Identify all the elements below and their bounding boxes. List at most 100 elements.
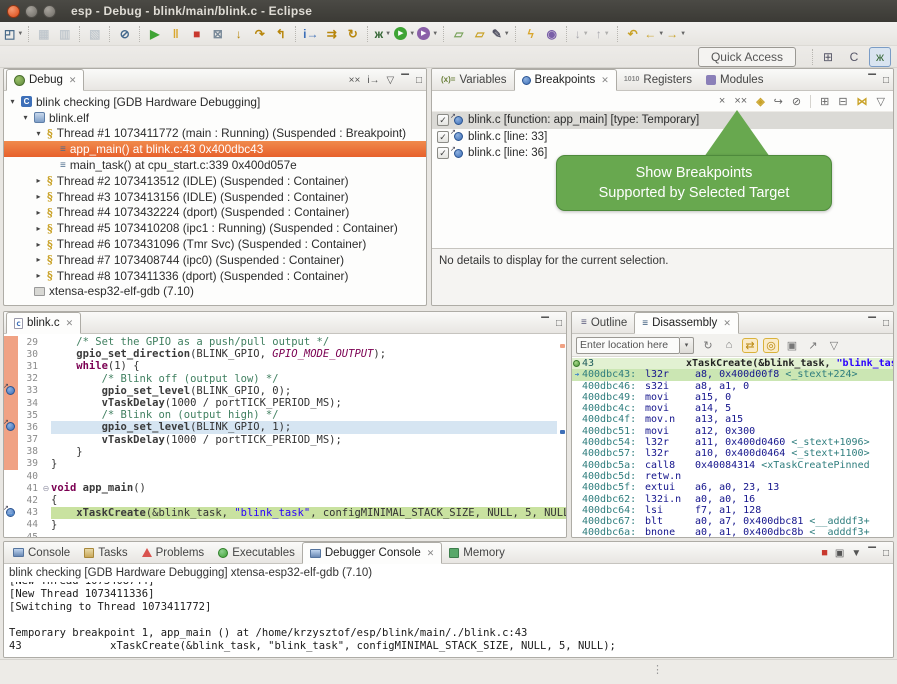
flash-button[interactable]: ϟ (521, 24, 540, 44)
minimize-icon[interactable]: ▔ (541, 318, 549, 329)
skip-all-breakpoints-button[interactable]: ⊘ (115, 24, 134, 44)
editor-line[interactable]: 34 vTaskDelay(1000 / portTICK_PERIOD_MS)… (4, 397, 566, 409)
tab-memory[interactable]: Memory (442, 542, 512, 563)
maximize-icon[interactable]: □ (883, 318, 889, 329)
breakpoint-checkbox[interactable]: ✓ (437, 147, 449, 159)
tab-tasks[interactable]: Tasks (77, 542, 134, 563)
code-text[interactable]: } (51, 519, 557, 531)
tab-debug[interactable]: Debug✕ (6, 69, 84, 91)
view-menu-icon[interactable]: ▽ (387, 75, 395, 86)
debug-tree-item[interactable]: ▾§Thread #1 1073411772 (main : Running) … (4, 126, 426, 142)
expander-icon[interactable]: ▾ (8, 97, 17, 106)
debug-tree-item[interactable]: ▸§Thread #7 1073408744 (ipc0) (Suspended… (4, 252, 426, 268)
new-wizard-button[interactable]: ◰▼ (4, 24, 23, 44)
save-as-button[interactable]: ▧ (85, 24, 104, 44)
save-button[interactable]: ▦ (34, 24, 53, 44)
link-with-debug-button[interactable]: ⋈ (857, 95, 868, 108)
open-task-button[interactable]: ▱ (449, 24, 468, 44)
expander-icon[interactable]: ▸ (34, 176, 43, 185)
debug-tree-item[interactable]: ▾Cblink checking [GDB Hardware Debugging… (4, 94, 426, 110)
code-text[interactable]: xTaskCreate(&blink_task, "blink_task", c… (51, 507, 566, 519)
editor-annotation-gutter[interactable] (4, 519, 18, 531)
tab-outline[interactable]: ≡Outline (574, 312, 634, 333)
editor-annotation-gutter[interactable] (4, 458, 18, 470)
editor-annotation-gutter[interactable]: → (4, 507, 18, 519)
debug-tree-item[interactable]: ≡app_main() at blink.c:43 0x400dbc43 (4, 141, 426, 157)
expand-all-button[interactable]: ⊞ (820, 95, 829, 108)
editor-line[interactable]: 40 (4, 470, 566, 482)
disassembly-row[interactable]: 400dbc4f:mov.na13, a15 (572, 414, 893, 425)
disconnect-button[interactable]: ⊠ (208, 24, 227, 44)
resume-button[interactable]: ▶ (145, 24, 164, 44)
code-text[interactable]: } (51, 458, 557, 470)
goto-file-button[interactable]: ↪ (774, 95, 783, 108)
sync-selection-toggle[interactable]: ⇄ (742, 338, 758, 353)
display-selected-console-button[interactable]: ▣ (835, 548, 844, 559)
debug-dropdown[interactable]: ж▼ (373, 24, 392, 44)
view-menu-icon[interactable]: ▽ (877, 95, 885, 108)
expander-icon[interactable]: ▸ (34, 192, 43, 201)
editor-line[interactable]: 35 /* Blink on (output high) */ (4, 409, 566, 421)
resume-without-signal-button[interactable]: ⇉ (322, 24, 341, 44)
disassembly-row[interactable]: 400dbc5a:call80x40084314 <xTaskCreatePin… (572, 460, 893, 471)
expander-icon[interactable]: ▸ (34, 255, 43, 264)
editor-annotation-gutter[interactable] (4, 385, 18, 397)
code-text[interactable]: void app_main() (51, 482, 557, 494)
editor-annotation-gutter[interactable] (4, 421, 18, 433)
close-tab-icon[interactable]: ✕ (601, 75, 609, 86)
expander-icon[interactable]: ▸ (34, 208, 43, 217)
minimize-icon[interactable]: ▔ (868, 548, 876, 559)
tab-console[interactable]: Console (6, 542, 77, 563)
editor-line[interactable]: 33 gpio_set_level(BLINK_GPIO, 0); (4, 385, 566, 397)
debug-tree-item[interactable]: ▸§Thread #4 1073432224 (dport) (Suspende… (4, 205, 426, 221)
editor-line[interactable]: 29 /* Set the GPIO as a push/pull output… (4, 336, 566, 348)
refresh-button[interactable]: ↻ (700, 339, 716, 352)
expander-icon[interactable]: ▸ (34, 271, 43, 280)
remove-breakpoint-button[interactable]: × (719, 95, 725, 107)
remove-all-terminated-button[interactable]: ×× (349, 75, 361, 86)
disassembly-row[interactable]: 400dbc5f:extuia6, a0, 23, 13 (572, 482, 893, 493)
collapse-all-button[interactable]: ⊟ (838, 95, 847, 108)
editor-line[interactable]: 32 /* Blink off (output low) */ (4, 373, 566, 385)
editor-annotation-gutter[interactable] (4, 397, 18, 409)
debug-tree-item[interactable]: ▸§Thread #2 1073413512 (IDLE) (Suspended… (4, 173, 426, 189)
copy-button[interactable]: ▣ (784, 339, 800, 352)
code-text[interactable]: while(1) { (51, 360, 557, 372)
console-log[interactable]: [New Thread 1073408744][New Thread 10734… (4, 582, 893, 657)
run-dropdown[interactable]: ▶▼ (394, 24, 415, 44)
editor-line[interactable]: 37 vTaskDelay(1000 / portTICK_PERIOD_MS)… (4, 434, 566, 446)
tab-disassembly[interactable]: ≡Disassembly✕ (634, 312, 739, 334)
maximize-icon[interactable]: □ (883, 548, 889, 559)
disassembly-row[interactable]: 400dbc64:lsif7, a1, 128 (572, 505, 893, 516)
breakpoint-checkbox[interactable]: ✓ (437, 114, 449, 126)
skip-all-breakpoints-toggle[interactable]: ⊘ (792, 95, 801, 108)
tab-registers[interactable]: 1010Registers (617, 69, 699, 90)
editor-annotation-gutter[interactable] (4, 336, 18, 348)
code-text[interactable] (51, 531, 557, 537)
expander-icon[interactable]: ▾ (21, 113, 30, 122)
forward-button[interactable]: →▼ (666, 24, 686, 44)
debug-perspective-button[interactable]: ж (869, 47, 891, 67)
disassembly-row[interactable]: 400dbc57:l32ra10, 0x400d0464 <_stext+110… (572, 448, 893, 459)
location-dropdown-icon[interactable]: ▾ (680, 337, 694, 354)
expander-icon[interactable]: ▸ (34, 240, 43, 249)
debug-tree-item[interactable]: ▸§Thread #8 1073411336 (dport) (Suspende… (4, 268, 426, 284)
disassembly-listing[interactable]: 43xTaskCreate(&blink_task, "blink_tas➔40… (572, 357, 893, 537)
editor-line[interactable]: 36 gpio_set_level(BLINK_GPIO, 1); (4, 421, 566, 433)
export-button[interactable]: ↗ (805, 339, 821, 352)
maximize-icon[interactable]: □ (883, 75, 889, 86)
restart-button[interactable]: ↻ (343, 24, 362, 44)
editor-line[interactable]: 41⊖void app_main() (4, 482, 566, 494)
maximize-icon[interactable]: □ (416, 75, 422, 86)
tab-problems[interactable]: Problems (135, 542, 212, 563)
disassembly-row[interactable]: 400dbc5d:retw.n (572, 471, 893, 482)
editor-line[interactable]: 39} (4, 458, 566, 470)
code-text[interactable]: } (51, 446, 557, 458)
minimize-icon[interactable]: ▔ (868, 75, 876, 86)
disassembly-row[interactable]: 400dbc67:blta0, a7, 0x400dbc81 <__adddf3… (572, 516, 893, 527)
debug-tree-item[interactable]: ▸§Thread #5 1073410208 (ipc1 : Running) … (4, 220, 426, 236)
tab-breakpoints[interactable]: Breakpoints✕ (514, 69, 617, 91)
code-text[interactable]: /* Blink off (output low) */ (51, 373, 557, 385)
track-expression-toggle[interactable]: ◎ (763, 338, 779, 353)
back-button[interactable]: ←▼ (644, 24, 664, 44)
